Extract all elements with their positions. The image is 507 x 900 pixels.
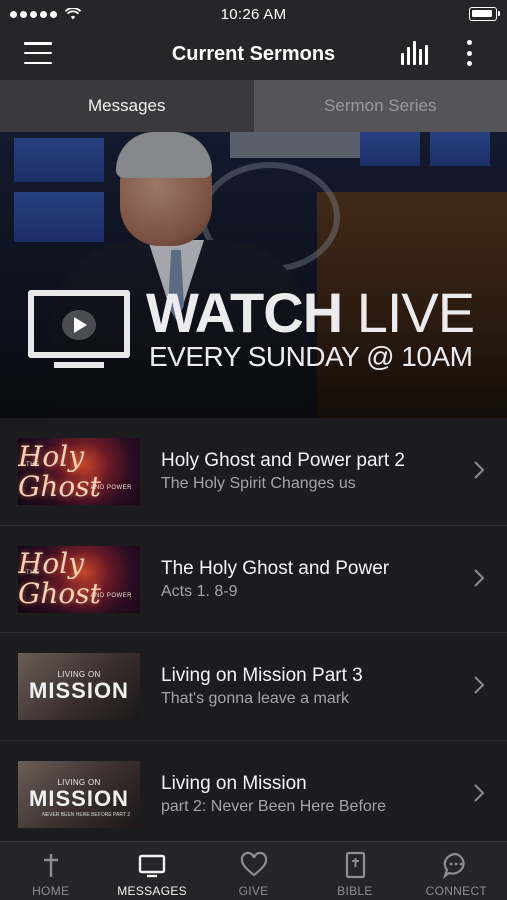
heart-icon	[240, 851, 267, 877]
cross-icon	[43, 854, 58, 877]
nav-bar: Current Sermons	[0, 28, 507, 80]
banner-headline-bold: WATCH	[146, 281, 343, 344]
sermon-subtitle: part 2: Never Been Here Before	[161, 797, 387, 815]
list-item[interactable]: LIVING ON MISSION Living on Mission Part…	[0, 633, 507, 741]
sermon-thumbnail: THE Holy Ghost AND POWER	[18, 438, 140, 505]
thumbnail-text: AND POWER	[90, 592, 132, 599]
sermon-title: Holy Ghost and Power part 2	[161, 450, 405, 471]
wifi-icon	[65, 8, 81, 20]
chevron-right-icon	[474, 783, 485, 802]
list-item[interactable]: LIVING ON MISSION NEVER BEEN HERE BEFORE…	[0, 740, 507, 848]
sermon-subtitle: Acts 1. 8-9	[161, 582, 238, 600]
page-title: Current Sermons	[171, 42, 336, 65]
banner-headline: WATCH LIVE	[146, 281, 475, 344]
signal-and-wifi	[10, 8, 81, 20]
thumbnail-text: MISSION	[29, 678, 129, 703]
thumbnail-text: Holy Ghost	[18, 547, 101, 610]
tab-give[interactable]: GIVE	[203, 842, 304, 900]
chat-icon	[443, 852, 465, 879]
sermon-subtitle: That's gonna leave a mark	[161, 690, 350, 707]
sermon-title: Living on Mission Part 3	[161, 665, 363, 686]
banner-overlay	[0, 132, 507, 418]
bible-icon	[345, 851, 366, 879]
sermon-thumbnail: LIVING ON MISSION NEVER BEEN HERE BEFORE…	[18, 760, 140, 828]
banner-subtitle: EVERY SUNDAY @ 10AM	[149, 341, 473, 372]
content-tabs: Messages Sermon Series	[0, 80, 507, 132]
tv-icon	[138, 854, 166, 878]
sermon-title: The Holy Ghost and Power	[161, 557, 390, 579]
tab-messages-nav[interactable]: MESSAGES	[101, 842, 202, 900]
sermon-subtitle: The Holy Spirit Changes us	[161, 475, 356, 492]
tab-sermon-series[interactable]: Sermon Series	[253, 80, 507, 132]
hamburger-menu-icon[interactable]	[24, 42, 52, 64]
tab-connect[interactable]: CONNECT	[406, 842, 507, 900]
chevron-right-icon	[474, 568, 485, 587]
sermon-thumbnail: THE Holy Ghost AND POWER	[18, 545, 140, 613]
list-item[interactable]: THE Holy Ghost AND POWER Holy Ghost and …	[0, 418, 507, 526]
more-options-icon[interactable]	[465, 40, 473, 66]
tv-stand-icon	[54, 362, 104, 368]
status-time: 10:26 AM	[220, 5, 287, 23]
tab-label: HOME	[32, 884, 70, 898]
tab-home[interactable]: HOME	[0, 842, 101, 900]
audio-bars-icon[interactable]	[401, 41, 431, 65]
message-list: THE Holy Ghost AND POWER Holy Ghost and …	[0, 418, 507, 848]
tab-label: CONNECT	[425, 884, 488, 898]
tab-label: GIVE	[238, 884, 269, 898]
sermon-title: Living on Mission	[161, 772, 307, 794]
thumbnail-text: THE	[26, 462, 40, 468]
tab-label: BIBLE	[337, 884, 373, 898]
watch-live-banner[interactable]: WATCH LIVE EVERY SUNDAY @ 10AM	[0, 132, 507, 418]
signal-strength-icon	[10, 10, 57, 18]
list-item[interactable]: THE Holy Ghost AND POWER The Holy Ghost …	[0, 525, 507, 633]
thumbnail-text: NEVER BEEN HERE BEFORE PART 2	[42, 811, 130, 818]
battery-icon	[469, 7, 500, 21]
status-bar: 10:26 AM	[0, 0, 507, 28]
tab-messages[interactable]: Messages	[0, 80, 254, 132]
tab-bible[interactable]: BIBLE	[304, 842, 405, 900]
tab-label: MESSAGES	[117, 884, 187, 898]
bottom-tab-bar: HOME MESSAGES GIVE BIBLE CONNECT	[0, 841, 507, 900]
chevron-right-icon	[474, 461, 485, 479]
thumbnail-text: AND POWER	[90, 485, 132, 491]
sermon-thumbnail: LIVING ON MISSION	[18, 653, 140, 720]
banner-headline-thin: LIVE	[356, 281, 475, 344]
thumbnail-text: THE	[26, 569, 40, 576]
play-icon	[62, 310, 96, 340]
thumbnail-text: Holy Ghost	[18, 439, 101, 503]
thumbnail-text: MISSION	[29, 785, 129, 811]
chevron-right-icon	[474, 676, 485, 694]
